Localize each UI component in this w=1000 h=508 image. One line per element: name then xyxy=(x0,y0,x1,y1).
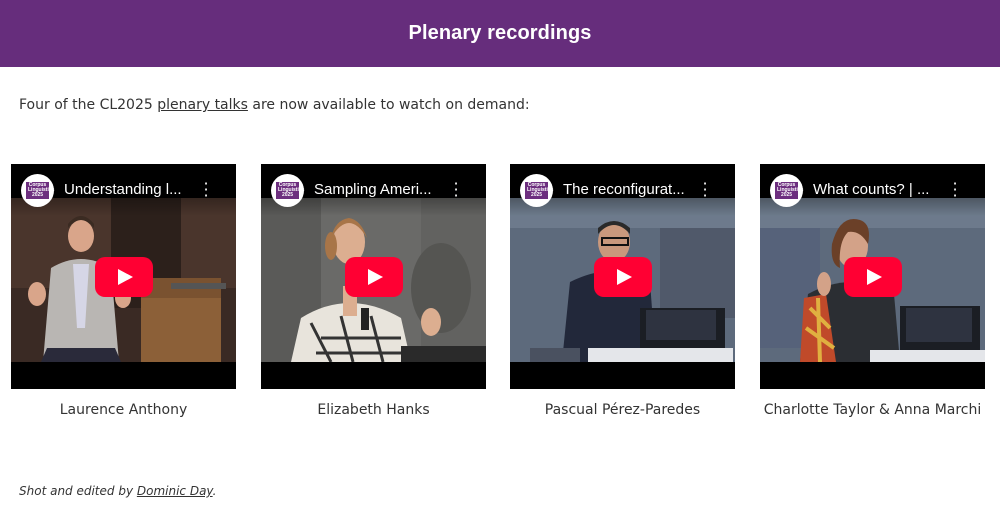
video-grid: Corpus Linguistics 2025 Understanding l.… xyxy=(0,164,1000,424)
speaker-name: Laurence Anthony xyxy=(59,402,188,418)
video-title[interactable]: What counts? | ... xyxy=(813,181,953,198)
play-icon[interactable] xyxy=(95,257,153,297)
plenary-talks-link[interactable]: plenary talks xyxy=(157,97,248,113)
video-card: Corpus Linguistics 2025 Sampling Ameri..… xyxy=(261,164,486,418)
more-vertical-icon[interactable]: · · · xyxy=(451,176,461,204)
credit-text-end: . xyxy=(212,484,217,498)
channel-logo-icon[interactable]: Corpus Linguistics 2025 xyxy=(520,174,553,207)
credit-line: Shot and edited by Dominic Day. xyxy=(19,484,216,498)
video-player[interactable]: Corpus Linguistics 2025 Understanding l.… xyxy=(11,164,236,389)
intro-paragraph: Four of the CL2025 plenary talks are now… xyxy=(19,97,530,113)
channel-logo-icon[interactable]: Corpus Linguistics 2025 xyxy=(271,174,304,207)
channel-logo-text: Corpus Linguistics 2025 xyxy=(26,182,55,199)
video-title[interactable]: Sampling Ameri... xyxy=(314,181,454,198)
video-player[interactable]: Corpus Linguistics 2025 What counts? | .… xyxy=(760,164,985,389)
video-card: Corpus Linguistics 2025 The reconfigurat… xyxy=(510,164,735,418)
speaker-name: Charlotte Taylor & Anna Marchi xyxy=(763,402,982,418)
more-vertical-icon[interactable]: · · · xyxy=(950,176,960,204)
channel-logo-text: Corpus Linguistics 2025 xyxy=(276,182,305,199)
speaker-name: Pascual Pérez-Paredes xyxy=(544,402,701,418)
credit-text: Shot and edited by xyxy=(19,484,137,498)
channel-logo-text: Corpus Linguistics 2025 xyxy=(525,182,554,199)
play-icon[interactable] xyxy=(844,257,902,297)
video-card: Corpus Linguistics 2025 Understanding l.… xyxy=(11,164,236,418)
channel-logo-icon[interactable]: Corpus Linguistics 2025 xyxy=(21,174,54,207)
page-banner: Plenary recordings xyxy=(0,0,1000,67)
play-icon[interactable] xyxy=(345,257,403,297)
video-player[interactable]: Corpus Linguistics 2025 The reconfigurat… xyxy=(510,164,735,389)
speaker-name: Elizabeth Hanks xyxy=(317,402,430,418)
video-player[interactable]: Corpus Linguistics 2025 Sampling Ameri..… xyxy=(261,164,486,389)
more-vertical-icon[interactable]: · · · xyxy=(700,176,710,204)
dominic-day-link[interactable]: Dominic Day xyxy=(137,484,213,498)
video-title[interactable]: Understanding l... xyxy=(64,181,204,198)
page-title: Plenary recordings xyxy=(408,22,592,44)
channel-logo-icon[interactable]: Corpus Linguistics 2025 xyxy=(770,174,803,207)
play-icon[interactable] xyxy=(594,257,652,297)
intro-text-end: are now available to watch on demand: xyxy=(247,97,530,113)
channel-logo-text: Corpus Linguistics 2025 xyxy=(775,182,804,199)
video-card: Corpus Linguistics 2025 What counts? | .… xyxy=(760,164,985,418)
intro-text: Four of the CL2025 xyxy=(19,97,158,113)
video-title[interactable]: The reconfigurat... xyxy=(563,181,703,198)
more-vertical-icon[interactable]: · · · xyxy=(201,176,211,204)
